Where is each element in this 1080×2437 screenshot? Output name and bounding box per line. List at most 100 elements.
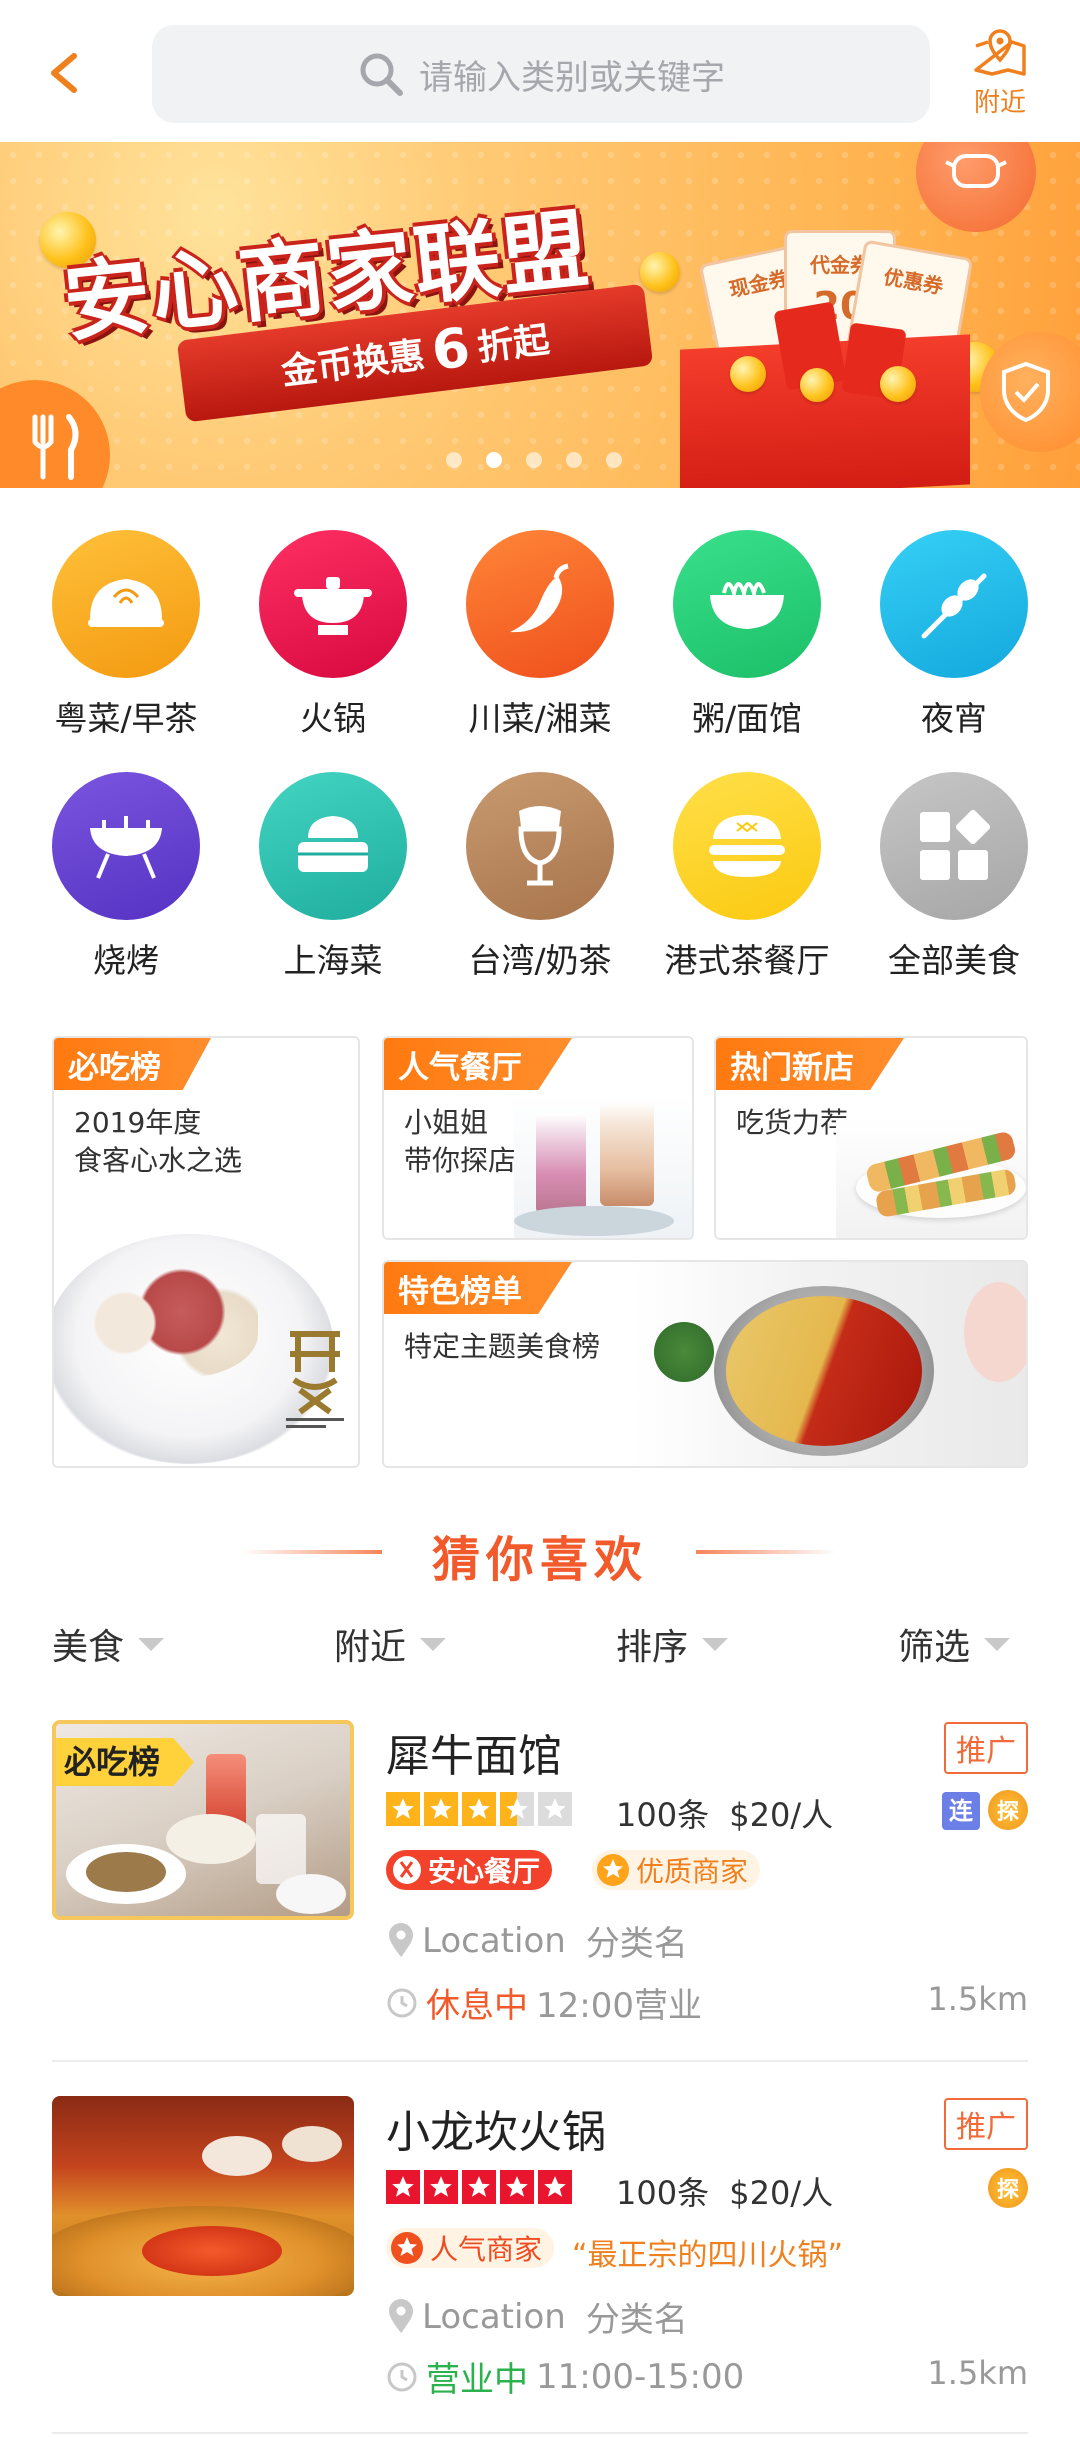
filter-sort[interactable]: 排序 (616, 1618, 729, 1670)
milk-tea-photo (514, 1094, 692, 1238)
price-per-person: $20/人 (729, 1796, 834, 1834)
category-hk-cafe[interactable]: 港式茶餐厅 (657, 772, 837, 982)
guess-section-header: 猜你喜欢 (0, 1520, 1080, 1590)
coin-decoration (880, 366, 916, 402)
tag-label: 安心餐厅 (428, 1855, 541, 1888)
category-cantonese[interactable]: 粤菜/早茶 (36, 530, 216, 740)
must-eat-badge: 必吃榜 (56, 1738, 195, 1786)
filter-screen[interactable]: 筛选 (898, 1618, 1011, 1670)
category-congee-noodles[interactable]: 粥/面馆 (657, 530, 837, 740)
shop-status: 休息中 12:00营业 (386, 1978, 702, 2027)
distance: 1.5km (927, 2354, 1028, 2392)
filter-label: 排序 (616, 1627, 689, 1668)
back-button[interactable] (40, 38, 88, 108)
coin-decoration (640, 252, 680, 292)
shop-quote: “最正宗的四川火锅” (572, 2238, 844, 2273)
star-badge-icon (391, 2232, 423, 2264)
promoted-badge: 推广 (944, 2098, 1028, 2150)
half-star-icon (500, 1792, 534, 1826)
special-list-card[interactable]: 特色榜单 特定主题美食榜 (382, 1260, 1028, 1468)
review-price: 100条 $20/人 (616, 2168, 833, 2214)
category-icon (52, 772, 200, 920)
chevron-down-icon (138, 1637, 165, 1651)
card-tag: 必吃榜 (54, 1038, 211, 1090)
review-count: 100条 (616, 2174, 710, 2212)
category-sichuan[interactable]: 川菜/湘菜 (450, 530, 630, 740)
ribbon-number: 6 (428, 315, 474, 383)
location-text: Location (422, 2296, 566, 2337)
distance: 1.5km (927, 1980, 1028, 2018)
category-label: 粤菜/早茶 (54, 699, 198, 738)
rating-stars (386, 1792, 572, 1826)
title-decoration (242, 1550, 382, 1554)
noodle-bowl-icon (710, 582, 784, 629)
category-taiwan-milktea[interactable]: 台湾/奶茶 (450, 772, 630, 982)
category-label: 台湾/奶茶 (468, 941, 612, 980)
review-count: 100条 (616, 1796, 710, 1834)
card-tag: 特色榜单 (384, 1262, 572, 1314)
business-hours: 11:00-15:00 (536, 2356, 745, 2397)
popular-restaurant-card[interactable]: 人气餐厅 小姐姐 带你探店 (382, 1036, 694, 1240)
shop-item[interactable]: 必吃榜 犀牛面馆 推广 100条 $20/人 连 探 安心餐厅 优质商家 Loc… (52, 1720, 1028, 2026)
shop-item[interactable]: 小龙坎火锅 推广 100条 $20/人 探 人气商家 “最正宗的四川火锅” Lo… (52, 2096, 1028, 2400)
chain-badge: 连 (942, 1792, 980, 1830)
card-subtitle: 特定主题美食榜 (404, 1330, 601, 1363)
category-all-food[interactable]: 全部美食 (864, 772, 1044, 982)
page-dot[interactable] (486, 452, 502, 468)
category-label: 全部美食 (888, 941, 1020, 980)
back-arrow-icon (51, 53, 77, 93)
shop-name: 犀牛面馆 (386, 1731, 562, 1782)
category-label: 上海菜 (283, 941, 383, 980)
star-icon (462, 1792, 496, 1826)
must-eat-card[interactable]: 必吃榜 2019年度 食客心水之选 (52, 1036, 360, 1468)
category-hotpot[interactable]: 火锅 (243, 530, 423, 740)
category-name: 分类名 (585, 1924, 688, 1964)
star-icon (424, 1792, 458, 1826)
tag-label: 优质商家 (636, 1855, 749, 1888)
open-status: 休息中 (426, 1986, 528, 2026)
category-icon (52, 530, 200, 678)
star-icon (386, 1792, 420, 1826)
category-label: 火锅 (300, 699, 366, 738)
filter-label: 筛选 (898, 1627, 971, 1668)
shop-location: Location 分类名 (386, 2292, 688, 2341)
popular-merchant-tag: 人气商家 (386, 2228, 555, 2268)
search-input[interactable]: 请输入类别或关键字 (152, 25, 930, 123)
card-subtitle: 2019年度 食客心水之选 (74, 1106, 243, 1177)
category-shanghai[interactable]: 上海菜 (243, 772, 423, 982)
category-icon (673, 772, 821, 920)
category-label: 烧烤 (93, 941, 159, 980)
shop-status: 营业中 11:00-15:00 (386, 2352, 744, 2401)
chevron-down-icon (984, 1637, 1011, 1651)
page-dot[interactable] (446, 452, 462, 468)
banner-pagination (446, 452, 622, 468)
title-decoration (696, 1550, 836, 1554)
category-late-night[interactable]: 夜宵 (864, 530, 1044, 740)
hot-new-shops-card[interactable]: 热门新店 吃货力荐 (714, 1036, 1028, 1240)
star-icon (386, 2170, 420, 2204)
grid-icon (920, 809, 991, 880)
category-icon (466, 530, 614, 678)
page-dot[interactable] (566, 452, 582, 468)
burger-icon (709, 815, 785, 877)
skewer-photo (836, 1118, 1026, 1238)
category-bbq[interactable]: 烧烤 (36, 772, 216, 982)
page-dot[interactable] (526, 452, 542, 468)
steamer-icon (298, 816, 368, 872)
search-icon (360, 53, 403, 96)
quality-merchant-tag: 优质商家 (592, 1850, 761, 1890)
promo-banner[interactable]: 安心商家联盟 金币换惠 6 折起 现金券 代金券 20 优惠券 (0, 142, 1080, 488)
nearby-button[interactable]: 附近 (960, 24, 1040, 124)
filter-cuisine[interactable]: 美食 (52, 1618, 165, 1670)
category-label: 港式茶餐厅 (664, 941, 830, 980)
chili-icon (510, 563, 569, 633)
location-pin-icon (389, 1922, 413, 1957)
milk-tea-icon (518, 806, 562, 886)
clock-icon (387, 2362, 417, 2391)
tag-label: 人气商家 (430, 2233, 543, 2266)
open-status: 营业中 (426, 2360, 528, 2400)
filter-nearby[interactable]: 附近 (334, 1618, 447, 1670)
page-dot[interactable] (606, 452, 622, 468)
category-label: 夜宵 (921, 699, 987, 738)
safe-restaurant-tag: 安心餐厅 (386, 1850, 553, 1890)
